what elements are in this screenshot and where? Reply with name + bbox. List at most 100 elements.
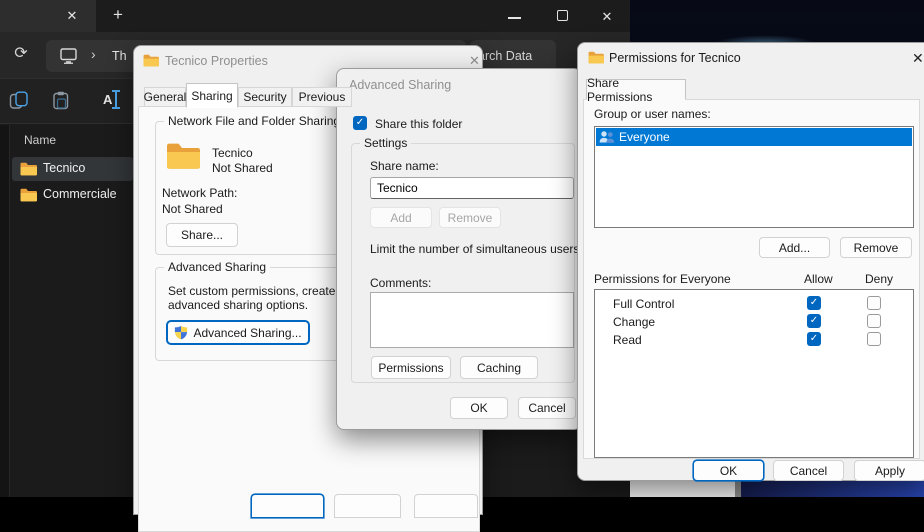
tab-general[interactable]: General: [144, 87, 186, 107]
cancel-button[interactable]: Cancel: [773, 460, 844, 481]
this-pc-icon[interactable]: [59, 47, 78, 68]
maximize-icon[interactable]: [557, 10, 568, 21]
button-label: Apply: [875, 464, 905, 478]
add-button[interactable]: Add...: [759, 237, 830, 258]
copy-icon[interactable]: [9, 91, 29, 113]
comments-textarea[interactable]: [370, 292, 574, 348]
share-this-folder-checkbox[interactable]: ✓: [353, 116, 367, 130]
button-label: Advanced Sharing...: [193, 326, 301, 340]
cancel-button[interactable]: Cancel: [518, 397, 576, 419]
search-box-text: arch Data: [478, 49, 532, 63]
settings-group: Settings Share name: Add Remove Limit th…: [351, 143, 575, 383]
check-icon: ✓: [810, 298, 818, 308]
tab-security[interactable]: Security: [238, 87, 292, 107]
permissions-table: Full Control ✓ Change ✓ Read ✓: [594, 289, 914, 458]
button-label: Remove: [448, 211, 493, 225]
ok-button[interactable]: OK: [450, 397, 508, 419]
wallpaper-bottom-strip: [741, 481, 924, 497]
group-legend: Settings: [360, 136, 411, 150]
users-icon: [599, 130, 616, 147]
breadcrumb-chevron-icon: ›: [91, 46, 96, 62]
apply-button[interactable]: Apply: [854, 460, 924, 481]
tab-sharing[interactable]: Sharing: [186, 83, 238, 108]
deny-checkbox[interactable]: [867, 332, 881, 346]
allow-checkbox[interactable]: ✓: [807, 314, 821, 328]
advanced-sharing-button[interactable]: Advanced Sharing...: [166, 320, 310, 345]
deny-checkbox[interactable]: [867, 314, 881, 328]
minimize-icon[interactable]: [508, 17, 521, 19]
remove-share-button[interactable]: Remove: [439, 207, 501, 228]
tab-close-icon[interactable]: ✕: [64, 8, 80, 24]
properties-ok-button[interactable]: [251, 494, 324, 518]
ok-button[interactable]: OK: [693, 460, 764, 481]
window-close-icon[interactable]: ✕: [599, 9, 615, 25]
folder-icon: [588, 51, 604, 67]
comments-label: Comments:: [370, 276, 431, 290]
advanced-sharing-dialog: Advanced Sharing ✓ Share this folder Set…: [336, 68, 582, 430]
name-column-header[interactable]: Name: [24, 133, 56, 147]
deny-checkbox[interactable]: [867, 296, 881, 310]
tab-previous-versions[interactable]: Previous: [292, 87, 352, 107]
tab-share-permissions[interactable]: Share Permissions: [586, 79, 686, 100]
breadcrumb[interactable]: Th: [112, 49, 127, 63]
close-icon[interactable]: ✕: [469, 53, 480, 69]
file-row-commerciale[interactable]: Commerciale: [12, 183, 133, 207]
tab-label: Sharing: [191, 89, 232, 103]
file-row-tecnico[interactable]: Tecnico: [12, 157, 133, 181]
caching-button[interactable]: Caching: [460, 356, 538, 379]
button-label: Cancel: [790, 464, 827, 478]
share-button[interactable]: Share...: [166, 223, 238, 247]
properties-apply-button[interactable]: [414, 494, 478, 518]
button-label: OK: [720, 464, 737, 478]
dialog-title: Tecnico Properties: [165, 54, 268, 68]
permissions-dialog: Permissions for Tecnico ✕ Share Permissi…: [577, 42, 924, 481]
paste-icon[interactable]: [52, 91, 70, 113]
group-legend: Advanced Sharing: [164, 260, 270, 274]
close-icon[interactable]: ✕: [912, 50, 924, 67]
rename-icon[interactable]: A: [103, 90, 123, 110]
button-label: Caching: [477, 361, 521, 375]
shared-folder-status: Not Shared: [212, 161, 273, 175]
add-share-button[interactable]: Add: [370, 207, 432, 228]
group-user-list[interactable]: Everyone: [594, 126, 914, 228]
dialog-title: Permissions for Tecnico: [609, 51, 741, 65]
dialog-title: Advanced Sharing: [349, 78, 451, 92]
button-label: Remove: [854, 241, 899, 255]
network-path-value: Not Shared: [162, 202, 223, 216]
new-tab-icon[interactable]: +: [108, 5, 128, 25]
properties-cancel-button[interactable]: [334, 494, 401, 518]
allow-checkbox[interactable]: ✓: [807, 332, 821, 346]
tab-label: General: [144, 90, 187, 104]
permission-label: Change: [613, 315, 655, 329]
allow-checkbox[interactable]: ✓: [807, 296, 821, 310]
share-this-folder-label: Share this folder: [375, 117, 462, 131]
button-label: Add: [390, 211, 411, 225]
folder-icon-large: [166, 142, 200, 173]
folder-icon: [143, 54, 159, 70]
remove-button[interactable]: Remove: [840, 237, 912, 258]
file-name: Commerciale: [43, 187, 117, 201]
file-name: Tecnico: [43, 161, 85, 175]
share-name-input[interactable]: [370, 177, 574, 199]
list-item-label: Everyone: [619, 130, 670, 144]
button-label: OK: [470, 401, 487, 415]
permission-label: Read: [613, 333, 642, 347]
tab-label: Share Permissions: [587, 76, 685, 104]
advanced-sharing-desc-line2: advanced sharing options.: [168, 298, 308, 312]
list-item-everyone[interactable]: Everyone: [596, 128, 912, 146]
group-legend: Network File and Folder Sharing: [164, 114, 344, 128]
allow-column-header: Allow: [804, 272, 833, 286]
permissions-table-label: Permissions for Everyone: [594, 272, 731, 286]
uac-shield-icon: [174, 325, 188, 340]
table-row-read: Read ✓: [595, 332, 913, 348]
button-label: Permissions: [378, 361, 443, 375]
folder-icon: [20, 162, 37, 179]
check-icon: ✓: [356, 118, 364, 128]
button-label: Add...: [779, 241, 810, 255]
permissions-button[interactable]: Permissions: [371, 356, 451, 379]
share-permissions-page: Group or user names: Everyone Add... Rem…: [583, 99, 920, 459]
folder-icon: [20, 188, 37, 205]
refresh-icon[interactable]: ⟳: [11, 44, 31, 64]
explorer-tab[interactable]: ✕: [0, 0, 96, 32]
explorer-tab-bar: ✕ + ✕: [0, 0, 630, 32]
